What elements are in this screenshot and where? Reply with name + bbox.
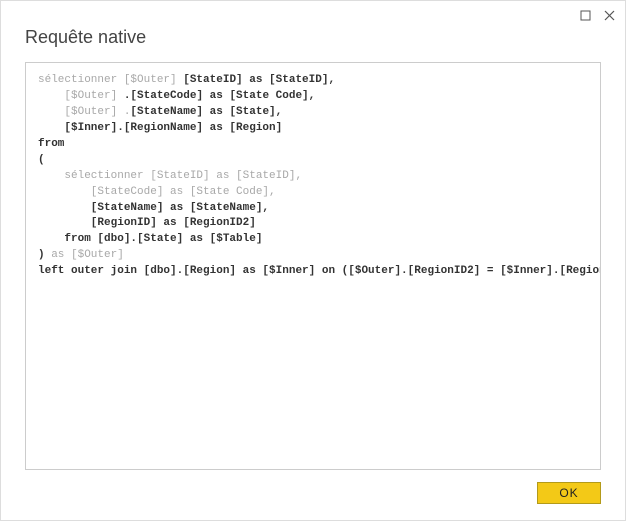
dialog-title: Requête native (25, 27, 601, 48)
code-gray: sélectionner [StateID] as [StateID], (38, 170, 302, 182)
maximize-icon[interactable] (579, 9, 591, 21)
code-bold: [StateName] as [StateName], (38, 202, 269, 214)
code-gray: sélectionner [$Outer] (38, 74, 183, 86)
code-bold: ) (38, 249, 51, 261)
query-text-box[interactable]: sélectionner [$Outer] [StateID] as [Stat… (25, 62, 601, 470)
code-bold: from (38, 138, 64, 150)
ok-button[interactable]: OK (537, 482, 601, 504)
code-gray: [$Outer] . (38, 106, 130, 118)
code-gray: [$Outer] (38, 90, 124, 102)
code-gray: as [$Outer] (51, 249, 124, 261)
code-bold: [StateID] as [StateID], (183, 74, 335, 86)
dialog-footer: OK (1, 482, 625, 520)
close-icon[interactable] (603, 9, 615, 21)
code-bold: [StateName] as [State], (130, 106, 282, 118)
code-bold: left outer join [dbo].[Region] as [$Inne… (38, 265, 601, 277)
dialog-header: Requête native (1, 1, 625, 62)
code-bold: [RegionID] as [RegionID2] (38, 217, 256, 229)
code-bold: .[StateCode] as [State Code], (124, 90, 315, 102)
code-bold: from [dbo].[State] as [$Table] (38, 233, 262, 245)
code-bold: [$Inner].[RegionName] as [Region] (38, 122, 282, 134)
code-bold: ( (38, 154, 45, 166)
window-controls (579, 9, 615, 21)
code-gray: [StateCode] as [State Code], (38, 186, 276, 198)
